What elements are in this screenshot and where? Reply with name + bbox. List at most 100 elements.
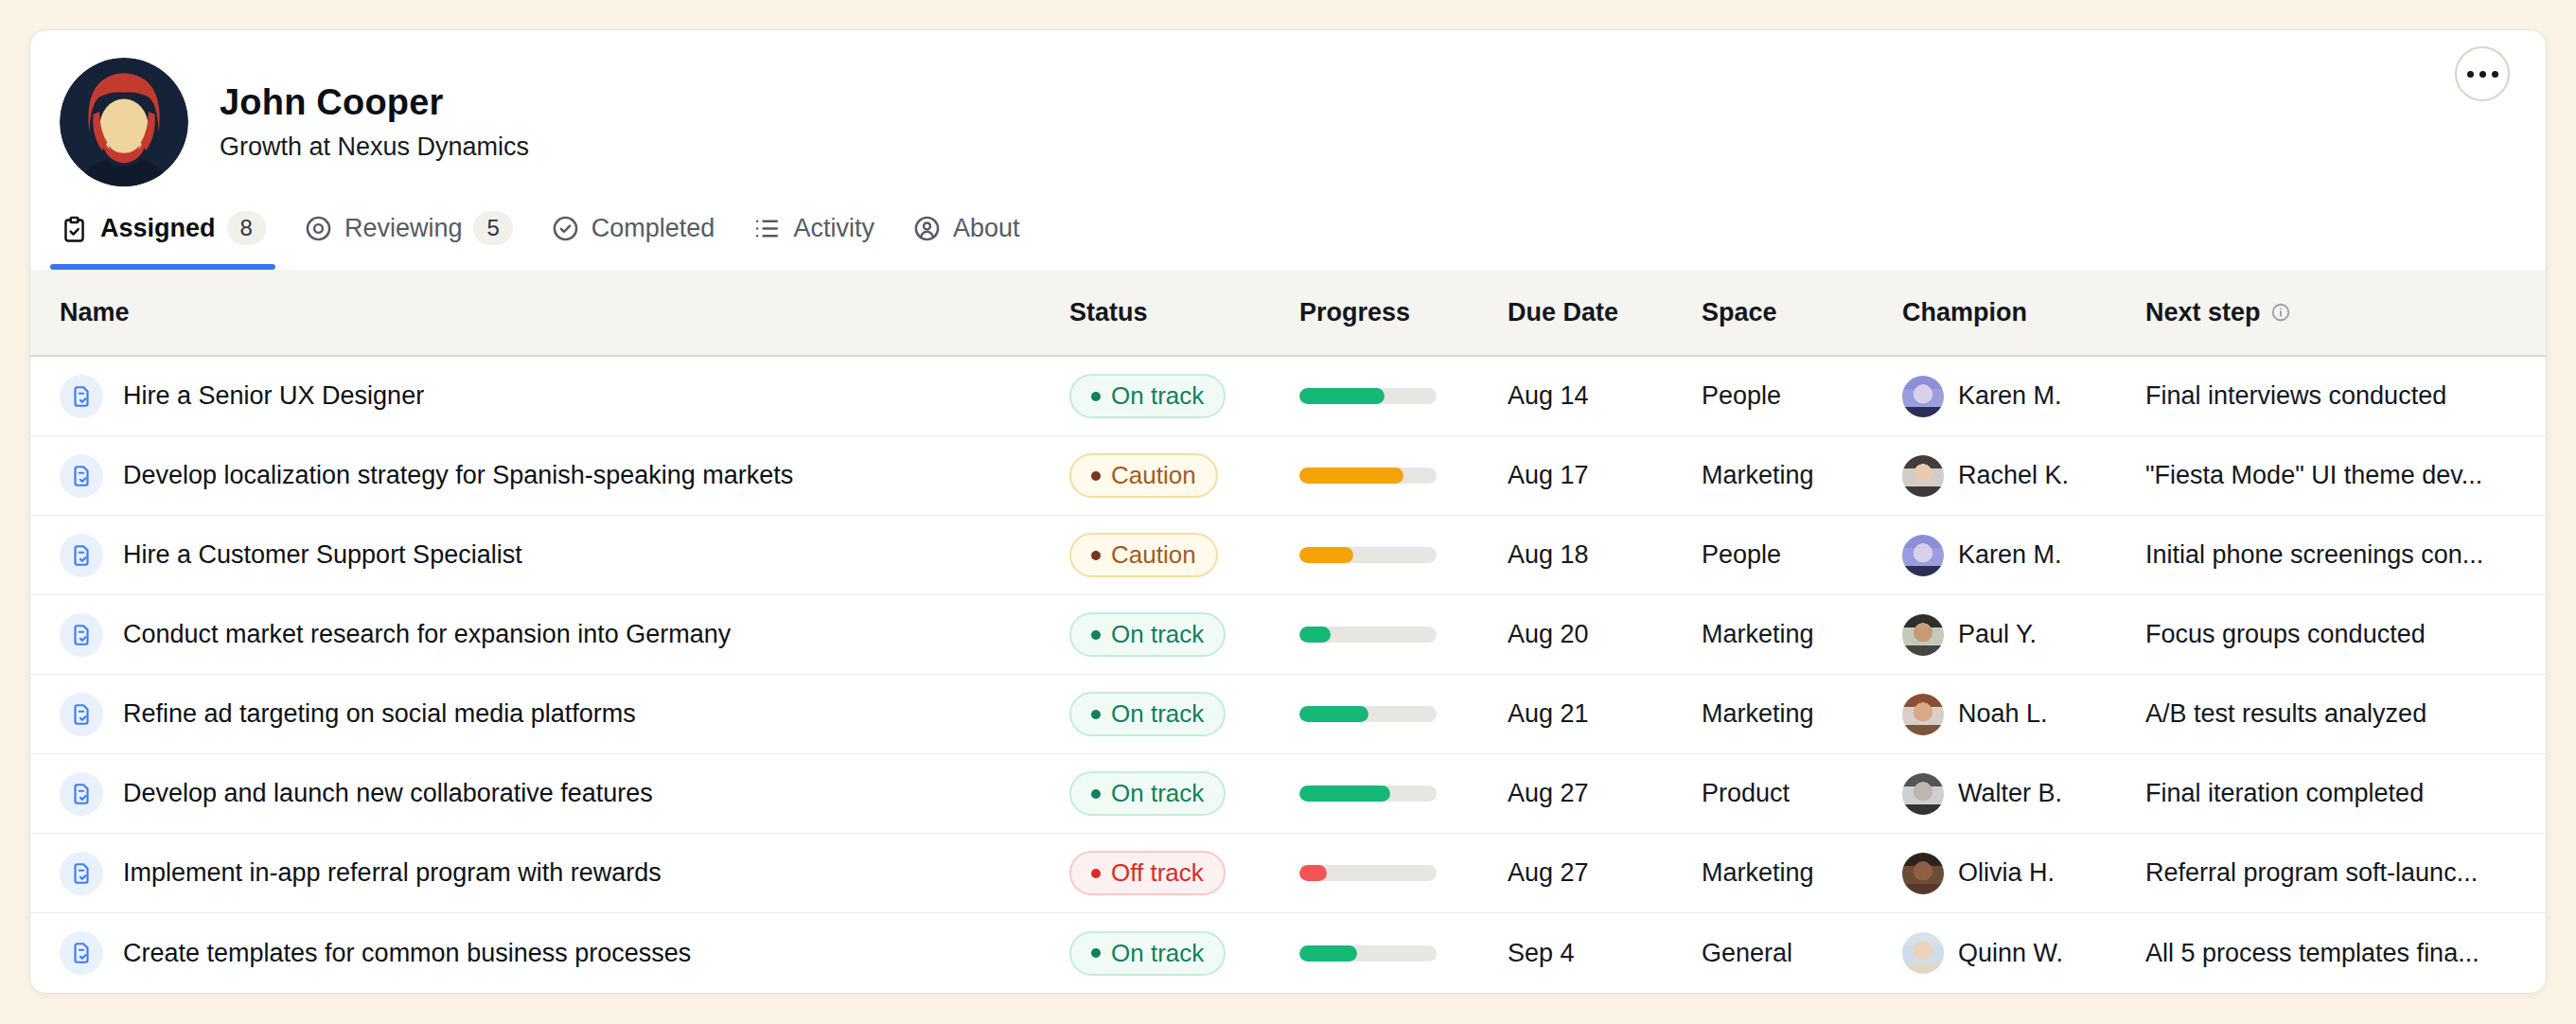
progress-cell: [1299, 706, 1508, 722]
tab-count-badge: 5: [473, 211, 512, 245]
progress-fill: [1299, 706, 1368, 722]
table-row[interactable]: Create templates for common business pro…: [30, 913, 2546, 993]
status-dot-icon: [1091, 789, 1101, 799]
table-row[interactable]: Refine ad targeting on social media plat…: [30, 675, 2546, 754]
space-label[interactable]: Product: [1702, 779, 1902, 808]
table-row[interactable]: Hire a Customer Support Specialist Cautio…: [30, 516, 2546, 595]
status-badge[interactable]: On track: [1069, 931, 1226, 976]
next-step: All 5 process templates fina...: [2145, 939, 2523, 968]
task-name[interactable]: Create templates for common business pro…: [123, 939, 691, 968]
task-doc-icon: [60, 931, 103, 975]
status-cell: Caution: [1069, 453, 1299, 498]
status-badge[interactable]: On track: [1069, 612, 1226, 657]
progress-fill: [1299, 547, 1353, 563]
status-label: On track: [1111, 939, 1204, 968]
tab-reviewing[interactable]: Reviewing5: [304, 186, 513, 270]
column-header-status: Status: [1069, 298, 1299, 327]
task-name[interactable]: Conduct market research for expansion in…: [123, 620, 731, 649]
status-label: On track: [1111, 381, 1204, 411]
champion-avatar: [1902, 773, 1944, 815]
table-row[interactable]: Develop and launch new collaborative fea…: [30, 754, 2546, 834]
more-options-button[interactable]: [2455, 46, 2510, 101]
profile-header: John Cooper Growth at Nexus Dynamics: [30, 30, 2546, 186]
progress-bar: [1299, 468, 1437, 484]
task-name[interactable]: Hire a Customer Support Specialist: [123, 540, 522, 570]
space-label[interactable]: General: [1702, 939, 1902, 968]
tab-assigned[interactable]: Assigned8: [60, 186, 266, 270]
champion-cell: Karen M.: [1902, 535, 2145, 576]
task-name-cell: Conduct market research for expansion in…: [60, 613, 1069, 657]
task-doc-icon: [60, 693, 103, 736]
column-header-label: Space: [1702, 298, 1777, 327]
info-icon[interactable]: [2270, 302, 2291, 323]
status-badge[interactable]: Caution: [1069, 533, 1218, 577]
status-cell: On track: [1069, 612, 1299, 657]
champion-name: Walter B.: [1958, 779, 2062, 808]
task-name[interactable]: Develop localization strategy for Spanis…: [123, 461, 793, 490]
progress-cell: [1299, 627, 1508, 643]
due-date: Aug 20: [1508, 620, 1702, 649]
status-dot-icon: [1091, 710, 1101, 719]
table-body: Hire a Senior UX DesignerOn trackAug 14P…: [30, 357, 2546, 993]
task-name[interactable]: Implement in-app referral program with r…: [123, 858, 662, 888]
table-header: NameStatusProgressDue DateSpaceChampionN…: [30, 270, 2546, 357]
tab-bar: Assigned8 Reviewing5 Completed Activity Abou…: [30, 186, 2546, 270]
status-label: On track: [1111, 699, 1204, 729]
task-name-cell: Hire a Customer Support Specialist: [60, 534, 1069, 577]
champion-name: Quinn W.: [1958, 939, 2063, 968]
status-badge[interactable]: Caution: [1069, 453, 1218, 498]
tab-activity[interactable]: Activity: [752, 186, 874, 270]
space-label[interactable]: People: [1702, 540, 1902, 570]
task-name[interactable]: Refine ad targeting on social media plat…: [123, 699, 636, 729]
champion-name: Noah L.: [1958, 699, 2048, 729]
status-cell: On track: [1069, 931, 1299, 976]
column-header-label: Next step: [2145, 298, 2261, 327]
column-header-progress: Progress: [1299, 298, 1508, 327]
user-circle-icon: [912, 214, 942, 243]
status-dot-icon: [1091, 630, 1101, 640]
task-name[interactable]: Develop and launch new collaborative fea…: [123, 779, 653, 808]
next-step: Final iteration completed: [2145, 779, 2523, 808]
champion-avatar: [1902, 376, 1944, 417]
profile-card: John Cooper Growth at Nexus Dynamics Ass…: [29, 29, 2547, 994]
space-label[interactable]: Marketing: [1702, 858, 1902, 888]
status-badge[interactable]: On track: [1069, 692, 1226, 736]
status-dot-icon: [1091, 948, 1101, 958]
space-label[interactable]: People: [1702, 381, 1902, 411]
status-dot-icon: [1091, 551, 1101, 560]
task-doc-icon: [60, 375, 103, 418]
table-row[interactable]: Implement in-app referral program with r…: [30, 834, 2546, 913]
space-label[interactable]: Marketing: [1702, 620, 1902, 649]
status-badge[interactable]: On track: [1069, 374, 1226, 418]
task-name-cell: Hire a Senior UX Designer: [60, 375, 1069, 418]
column-header-label: Progress: [1299, 298, 1410, 327]
task-name[interactable]: Hire a Senior UX Designer: [123, 381, 424, 411]
status-label: Caution: [1111, 461, 1196, 490]
progress-cell: [1299, 547, 1508, 563]
task-doc-icon: [60, 534, 103, 577]
tab-completed[interactable]: Completed: [551, 186, 715, 270]
progress-bar: [1299, 627, 1437, 643]
task-name-cell: Create templates for common business pro…: [60, 931, 1069, 975]
champion-avatar: [1902, 694, 1944, 735]
next-step: A/B test results analyzed: [2145, 699, 2523, 729]
status-badge[interactable]: On track: [1069, 771, 1226, 816]
status-label: Caution: [1111, 540, 1196, 570]
task-doc-icon: [60, 852, 103, 895]
task-doc-icon: [60, 454, 103, 498]
next-step: Focus groups conducted: [2145, 620, 2523, 649]
space-label[interactable]: Marketing: [1702, 699, 1902, 729]
task-name-cell: Refine ad targeting on social media plat…: [60, 693, 1069, 736]
tab-about[interactable]: About: [912, 186, 1020, 270]
champion-cell: Olivia H.: [1902, 853, 2145, 894]
table-row[interactable]: Conduct market research for expansion in…: [30, 595, 2546, 675]
table-row[interactable]: Develop localization strategy for Spanis…: [30, 436, 2546, 516]
table-row[interactable]: Hire a Senior UX DesignerOn trackAug 14P…: [30, 357, 2546, 436]
status-cell: On track: [1069, 374, 1299, 418]
status-badge[interactable]: Off track: [1069, 851, 1226, 895]
progress-cell: [1299, 468, 1508, 484]
space-label[interactable]: Marketing: [1702, 461, 1902, 490]
progress-cell: [1299, 865, 1508, 881]
due-date: Aug 18: [1508, 540, 1702, 570]
champion-cell: Quinn W.: [1902, 932, 2145, 974]
